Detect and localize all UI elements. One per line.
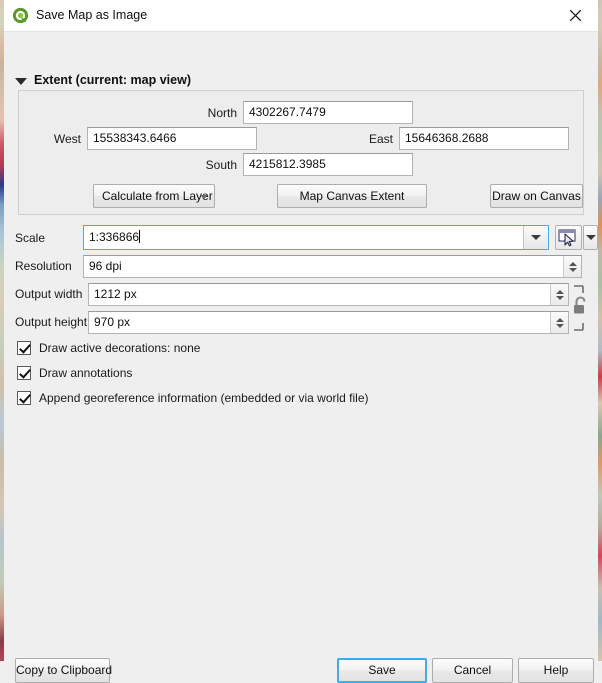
text-cursor (139, 230, 141, 243)
output-width-spinbox[interactable]: 1212 px (88, 283, 569, 306)
extent-group-title: Extent (current: map view) (34, 73, 191, 87)
spinner-up-down-icon[interactable] (563, 256, 581, 277)
title-bar: Save Map as Image (4, 0, 598, 32)
output-height-label: Output height (15, 315, 88, 329)
draw-on-canvas-button[interactable]: Draw on Canvas (490, 184, 583, 208)
south-label: South (205, 158, 237, 172)
draw-decorations-checkbox[interactable]: Draw active decorations: none (17, 341, 200, 355)
draw-decorations-label: Draw active decorations: none (39, 341, 201, 355)
dialog-body: Extent (current: map view) North 4302267… (4, 32, 598, 683)
set-to-canvas-extent-menu-button[interactable] (583, 225, 598, 250)
map-canvas-extent-button[interactable]: Map Canvas Extent (277, 184, 427, 208)
spinner-up-icon (568, 261, 577, 266)
east-label: East (368, 132, 393, 146)
west-label: West (53, 132, 81, 146)
cancel-button[interactable]: Cancel (432, 658, 513, 683)
copy-to-clipboard-button[interactable]: Copy to Clipboard (15, 658, 112, 683)
set-to-canvas-extent-icon[interactable] (555, 225, 582, 250)
append-georeference-checkbox[interactable]: Append georeference information (embedde… (17, 391, 369, 405)
calculate-from-layer-label: Calculate from Layer (102, 189, 213, 203)
resolution-label: Resolution (15, 259, 72, 273)
spinner-up-icon (555, 317, 564, 322)
window-title: Save Map as Image (36, 8, 148, 22)
checkbox-box (17, 391, 31, 405)
output-width-value[interactable]: 1212 px (89, 284, 550, 305)
spinner-up-down-icon[interactable] (550, 284, 568, 305)
help-button[interactable]: Help (518, 658, 594, 683)
west-input[interactable]: 15538343.6466 (87, 127, 257, 150)
output-height-value[interactable]: 970 px (89, 312, 550, 333)
spinner-down-icon (555, 323, 564, 328)
scale-value: 1:336866 (89, 230, 140, 244)
east-input[interactable]: 15646368.2688 (399, 127, 569, 150)
save-map-as-image-dialog: Save Map as Image Extent (current: map v… (4, 0, 598, 683)
scale-label: Scale (15, 231, 46, 245)
calculate-from-layer-button[interactable]: Calculate from Layer (93, 184, 215, 208)
checkbox-box (17, 366, 31, 380)
extent-groupbox: North 4302267.7479 West 15538343.6466 Ea… (18, 90, 584, 215)
draw-annotations-label: Draw annotations (39, 366, 133, 380)
checkbox-box (17, 341, 31, 355)
draw-annotations-checkbox[interactable]: Draw annotations (17, 366, 132, 380)
scale-input[interactable]: 1:336866 (84, 226, 523, 249)
scale-dropdown-button[interactable] (523, 226, 548, 249)
qgis-logo-icon (12, 7, 29, 24)
resolution-value[interactable]: 96 dpi (84, 256, 563, 277)
output-width-label: Output width (15, 287, 83, 301)
append-georeference-label: Append georeference information (embedde… (39, 391, 369, 405)
chevron-down-icon (200, 195, 208, 199)
extent-group-header[interactable]: Extent (current: map view) (15, 73, 191, 87)
spinner-up-down-icon[interactable] (550, 312, 568, 333)
save-button[interactable]: Save (337, 658, 427, 683)
spinner-down-icon (568, 267, 577, 272)
spinner-down-icon (555, 295, 564, 300)
chevron-down-icon (585, 235, 596, 240)
scale-combobox[interactable]: 1:336866 (83, 225, 549, 250)
output-height-spinbox[interactable]: 970 px (88, 311, 569, 334)
close-icon[interactable] (553, 0, 598, 31)
unlocked-padlock-icon[interactable] (570, 284, 592, 332)
north-label: North (207, 106, 237, 120)
south-input[interactable]: 4215812.3985 (243, 153, 413, 176)
north-input[interactable]: 4302267.7479 (243, 101, 413, 124)
resolution-spinbox[interactable]: 96 dpi (83, 255, 582, 278)
spinner-up-icon (555, 289, 564, 294)
chevron-down-icon (531, 235, 541, 240)
chevron-down-icon (15, 77, 27, 85)
